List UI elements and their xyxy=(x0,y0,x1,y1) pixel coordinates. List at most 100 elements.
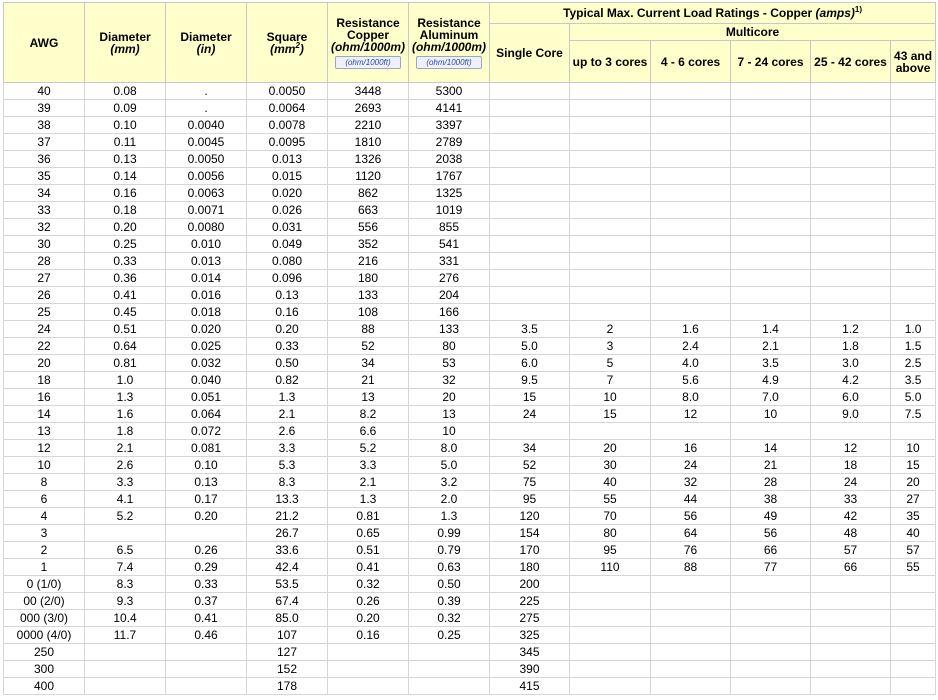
cell-resistance-copper: 34 xyxy=(327,354,409,372)
cell-awg: 0000 (4/0) xyxy=(3,626,85,644)
cell-diameter-mm: 0.09 xyxy=(84,99,166,117)
cell-awg: 14 xyxy=(3,405,85,423)
cell-7-24-cores: 66 xyxy=(730,541,811,559)
cell-square: 26.7 xyxy=(246,524,328,542)
cell-square: 33.6 xyxy=(246,541,328,559)
cell-up-to-3-cores xyxy=(569,235,651,253)
cell-diameter-mm: 0.11 xyxy=(84,133,166,151)
cell-7-24-cores xyxy=(730,201,811,219)
cell-resistance-copper: 0.65 xyxy=(327,524,409,542)
cell-awg: 26 xyxy=(3,286,85,304)
cell-diameter-in xyxy=(165,524,247,542)
cell-diameter-in: 0.0080 xyxy=(165,218,247,236)
table-row: 16 1.3 0.051 1.3 13 20 15 10 8.0 7.0 6.0 5.0 xyxy=(3,388,937,406)
cell-square: 67.4 xyxy=(246,592,328,610)
cell-resistance-copper: 180 xyxy=(327,269,409,287)
cell-4-6-cores: 12 xyxy=(650,405,731,423)
table-row: 0 (1/0) 8.3 0.33 53.5 0.32 0.50 200 xyxy=(3,575,937,593)
cell-43-and-above xyxy=(889,252,937,270)
cell-4-6-cores: 16 xyxy=(650,439,731,457)
header-square: Square (mm2) xyxy=(246,2,328,83)
cell-7-24-cores: 3.5 xyxy=(730,354,811,372)
cell-7-24-cores xyxy=(730,592,811,610)
cell-up-to-3-cores xyxy=(569,252,651,270)
cell-43-and-above xyxy=(889,116,937,134)
cell-square: 2.1 xyxy=(246,405,328,423)
cell-diameter-mm: 0.16 xyxy=(84,184,166,202)
cell-diameter-mm: 0.14 xyxy=(84,167,166,185)
cell-4-6-cores: 64 xyxy=(650,524,731,542)
cell-4-6-cores xyxy=(650,116,731,134)
cell-diameter-in: 0.46 xyxy=(165,626,247,644)
table-body: 40 0.08. 0.0050 3448 5300 39 0.09. 0.0064 2693 41… xyxy=(3,82,937,695)
cell-7-24-cores: 21 xyxy=(730,456,811,474)
cell-7-24-cores xyxy=(730,82,811,100)
cell-resistance-aluminum: 2038 xyxy=(408,150,490,168)
cell-diameter-mm xyxy=(84,660,166,678)
cell-43-and-above xyxy=(889,286,937,304)
cell-square: 0.13 xyxy=(246,286,328,304)
cell-diameter-mm: 7.4 xyxy=(84,558,166,576)
cell-awg: 2 xyxy=(3,541,85,559)
header-diameter-in: Diameter (in) xyxy=(165,2,247,83)
cell-4-6-cores: 1.6 xyxy=(650,320,731,338)
table-row: 25 0.45 0.018 0.16 108 166 xyxy=(3,303,937,321)
cell-diameter-in: 0.37 xyxy=(165,592,247,610)
cell-43-and-above: 3.5 xyxy=(889,371,937,389)
cell-square: 0.0050 xyxy=(246,82,328,100)
cell-diameter-mm: 0.64 xyxy=(84,337,166,355)
cell-resistance-aluminum: 541 xyxy=(408,235,490,253)
cell-25-42-cores: 1.2 xyxy=(810,320,891,338)
cell-diameter-mm: 1.0 xyxy=(84,371,166,389)
cell-25-42-cores xyxy=(810,592,891,610)
table-row: 0000 (4/0) 11.7 0.46 107 0.16 0.25 325 xyxy=(3,626,937,644)
cell-single-core: 200 xyxy=(489,575,570,593)
cell-single-core: 15 xyxy=(489,388,570,406)
cell-diameter-in: 0.26 xyxy=(165,541,247,559)
cell-up-to-3-cores xyxy=(569,575,651,593)
cell-single-core xyxy=(489,184,570,202)
aluminum-unit-toggle-button[interactable]: (ohm/1000ft) xyxy=(416,55,482,69)
cell-7-24-cores: 2.1 xyxy=(730,337,811,355)
cell-43-and-above xyxy=(889,626,937,644)
cell-resistance-copper: 3.3 xyxy=(327,456,409,474)
cell-diameter-mm: 0.81 xyxy=(84,354,166,372)
cell-single-core xyxy=(489,167,570,185)
cell-7-24-cores xyxy=(730,116,811,134)
cell-7-24-cores xyxy=(730,184,811,202)
cell-resistance-aluminum: 2.0 xyxy=(408,490,490,508)
cell-25-42-cores: 6.0 xyxy=(810,388,891,406)
cell-resistance-aluminum: 20 xyxy=(408,388,490,406)
cell-resistance-aluminum: 80 xyxy=(408,337,490,355)
cell-up-to-3-cores xyxy=(569,626,651,644)
cell-awg: 4 xyxy=(3,507,85,525)
cell-up-to-3-cores: 55 xyxy=(569,490,651,508)
cell-square: 1.3 xyxy=(246,388,328,406)
cell-resistance-aluminum: 8.0 xyxy=(408,439,490,457)
cell-resistance-copper: 1326 xyxy=(327,150,409,168)
table-row: 000 (3/0) 10.4 0.41 85.0 0.20 0.32 275 xyxy=(3,609,937,627)
cell-resistance-aluminum: 0.99 xyxy=(408,524,490,542)
cell-diameter-in: 0.072 xyxy=(165,422,247,440)
cell-up-to-3-cores xyxy=(569,303,651,321)
copper-unit-toggle-button[interactable]: (ohm/1000ft) xyxy=(335,55,401,69)
table-row: 250 127 345 xyxy=(3,643,937,661)
cell-square: 0.50 xyxy=(246,354,328,372)
header-resistance-aluminum: Resistance Aluminum (ohm/1000m) (ohm/1000f… xyxy=(408,2,490,83)
cell-diameter-in: . xyxy=(165,99,247,117)
cell-4-6-cores xyxy=(650,592,731,610)
cell-7-24-cores: 7.0 xyxy=(730,388,811,406)
cell-up-to-3-cores: 40 xyxy=(569,473,651,491)
cell-diameter-in: 0.0071 xyxy=(165,201,247,219)
cell-diameter-mm: 4.1 xyxy=(84,490,166,508)
cell-resistance-aluminum: 0.39 xyxy=(408,592,490,610)
cell-resistance-aluminum: 1019 xyxy=(408,201,490,219)
cell-diameter-in: 0.018 xyxy=(165,303,247,321)
cell-resistance-aluminum: 2789 xyxy=(408,133,490,151)
cell-single-core: 5.0 xyxy=(489,337,570,355)
cell-awg: 30 xyxy=(3,235,85,253)
header-diameter-mm: Diameter (mm) xyxy=(84,2,166,83)
table-row: 39 0.09. 0.0064 2693 4141 xyxy=(3,99,937,117)
cell-diameter-mm: 0.10 xyxy=(84,116,166,134)
cell-7-24-cores xyxy=(730,626,811,644)
